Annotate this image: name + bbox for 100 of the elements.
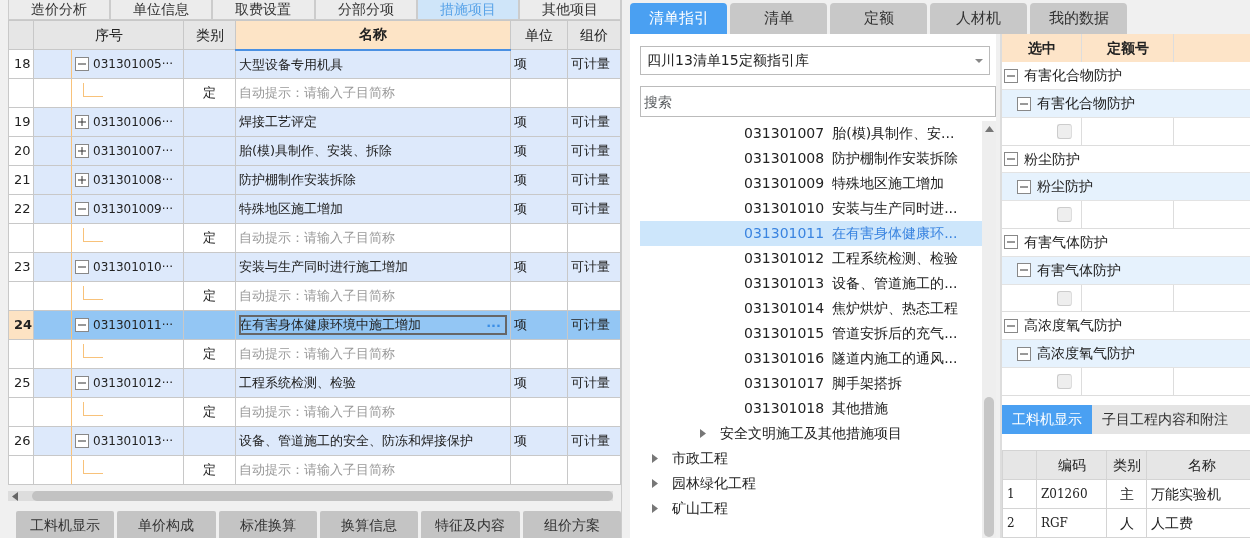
tree-label[interactable]: 矿山工程 bbox=[672, 498, 728, 519]
sheet-tab[interactable]: 取费设置 bbox=[212, 0, 315, 20]
checkbox[interactable] bbox=[1057, 123, 1072, 139]
column-header[interactable]: 编码 bbox=[1036, 450, 1107, 480]
column-header[interactable]: 名称 bbox=[235, 20, 511, 50]
code-text: 031301005··· bbox=[93, 56, 174, 73]
column-header[interactable]: 定额号 bbox=[1082, 34, 1174, 63]
tree-item[interactable]: 031301010 安装与生产同时进... bbox=[640, 196, 982, 221]
minus-box-icon[interactable] bbox=[75, 260, 89, 274]
vertical-scrollbar[interactable] bbox=[982, 121, 996, 538]
tree-label[interactable]: 有害气体防护 bbox=[1024, 231, 1108, 253]
row-number: 19 bbox=[8, 107, 34, 137]
minus-box-icon[interactable] bbox=[1004, 152, 1018, 167]
row-number: 22 bbox=[8, 194, 34, 224]
bottom-tab[interactable]: 换算信息 bbox=[320, 511, 419, 538]
panel-tab[interactable]: 清单 bbox=[730, 3, 827, 34]
scroll-thumb[interactable] bbox=[984, 397, 994, 537]
tree-item[interactable]: 031301015 管道安拆后的充气... bbox=[640, 321, 982, 346]
table-cell: Z01260 bbox=[1036, 479, 1107, 509]
table-row[interactable]: 20 031301007··· 胎(模)具制作、安装、拆除 项 可计量 bbox=[8, 136, 621, 166]
tree-item[interactable]: 031301012 工程系统检测、检验 bbox=[640, 246, 982, 271]
panel-tab[interactable]: 定额 bbox=[830, 3, 927, 34]
tree-label[interactable]: 粉尘防护 bbox=[1037, 176, 1093, 198]
column-header[interactable]: 名称 bbox=[1146, 450, 1250, 480]
table-row[interactable]: 25 031301012··· 工程系统检测、检验 项 可计量 bbox=[8, 368, 621, 398]
table-row[interactable]: 21 031301008··· 防护棚制作安装拆除 项 可计量 bbox=[8, 165, 621, 195]
checkbox[interactable] bbox=[1057, 290, 1072, 306]
table-row[interactable]: 23 031301010··· 安装与生产同时进行施工增加 项 可计量 bbox=[8, 252, 621, 282]
library-dropdown[interactable]: 四川13清单15定额指引库 bbox=[640, 46, 990, 75]
tree-label[interactable]: 粉尘防护 bbox=[1024, 148, 1080, 170]
tree-item[interactable]: 031301017 脚手架搭拆 bbox=[640, 371, 982, 396]
sheet-tab[interactable]: 单位信息 bbox=[110, 0, 213, 20]
minus-box-icon[interactable] bbox=[1004, 318, 1018, 333]
sheet-tab[interactable]: 造价分析 bbox=[8, 0, 111, 20]
row-number: 21 bbox=[8, 165, 34, 195]
table-row[interactable]: 18 031301005··· 大型设备专用机具 项 可计量 bbox=[8, 49, 621, 79]
checkbox[interactable] bbox=[1057, 373, 1072, 389]
minus-box-icon[interactable] bbox=[1017, 179, 1031, 194]
expand-arrow-icon[interactable] bbox=[652, 504, 658, 513]
table-row[interactable]: 22 031301009··· 特殊地区施工增加 项 可计量 bbox=[8, 194, 621, 224]
bottom-tab[interactable]: 特征及内容 bbox=[421, 511, 520, 538]
plus-box-icon[interactable] bbox=[75, 144, 89, 158]
column-header[interactable]: 类别 bbox=[1106, 450, 1147, 480]
tree-item[interactable]: 031301009 特殊地区施工增加 bbox=[640, 171, 982, 196]
expand-arrow-icon[interactable] bbox=[652, 454, 658, 463]
minus-box-icon[interactable] bbox=[1017, 96, 1031, 111]
bottom-tab[interactable]: 标准换算 bbox=[218, 511, 317, 538]
tree-item[interactable]: 031301008 防护棚制作安装拆除 bbox=[640, 146, 982, 171]
tree-item[interactable]: 031301016 隧道内施工的通风... bbox=[640, 346, 982, 371]
tree-connector bbox=[83, 344, 103, 359]
tree-item[interactable]: 031301014 焦炉烘炉、热态工程 bbox=[640, 296, 982, 321]
table-cell: 项 bbox=[510, 368, 568, 398]
tree-item[interactable]: 031301013 设备、管道施工的... bbox=[640, 271, 982, 296]
search-field[interactable]: 搜索 bbox=[640, 86, 996, 117]
tree-label[interactable]: 有害化合物防护 bbox=[1024, 65, 1122, 87]
minus-box-icon[interactable] bbox=[1004, 235, 1018, 250]
minus-box-icon[interactable] bbox=[1017, 263, 1031, 278]
table-cell: 防护棚制作安装拆除 bbox=[235, 165, 511, 195]
table-row[interactable]: 26 031301013··· 设备、管道施工的安全、防冻和焊接保护 项 可计量 bbox=[8, 426, 621, 456]
bottom-tab[interactable]: 单价构成 bbox=[117, 511, 216, 538]
expand-arrow-icon[interactable] bbox=[652, 479, 658, 488]
minus-box-icon[interactable] bbox=[75, 57, 89, 71]
column-header[interactable]: 组价 bbox=[567, 20, 621, 50]
column-header[interactable]: 选中 bbox=[1002, 34, 1082, 63]
table-cell: 主 bbox=[1106, 479, 1147, 509]
scroll-up-icon[interactable] bbox=[984, 126, 994, 132]
scroll-left-icon[interactable] bbox=[12, 491, 18, 501]
minus-box-icon[interactable] bbox=[75, 202, 89, 216]
expand-arrow-icon[interactable] bbox=[700, 429, 706, 438]
minus-box-icon[interactable] bbox=[1004, 68, 1018, 83]
column-header[interactable]: 序号 bbox=[33, 20, 184, 50]
plus-box-icon[interactable] bbox=[75, 173, 89, 187]
minus-box-icon[interactable] bbox=[75, 376, 89, 390]
tree-item[interactable]: 031301007 胎(模)具制作、安... bbox=[640, 121, 982, 146]
panel-tab[interactable]: 人材机 bbox=[930, 3, 1027, 34]
column-header[interactable]: 类别 bbox=[183, 20, 236, 50]
bottom-tab[interactable]: 工料机显示 bbox=[16, 511, 115, 538]
tree-label[interactable]: 高浓度氧气防护 bbox=[1024, 315, 1122, 337]
panel-tab[interactable]: 我的数据 bbox=[1030, 3, 1127, 34]
minus-box-icon[interactable] bbox=[75, 318, 89, 332]
tree-connector bbox=[83, 286, 103, 301]
minus-box-icon[interactable] bbox=[1017, 346, 1031, 361]
plus-box-icon[interactable] bbox=[75, 115, 89, 129]
column-header[interactable]: 单位 bbox=[510, 20, 568, 50]
tree-label[interactable]: 安全文明施工及其他措施项目 bbox=[720, 423, 902, 444]
sheet-tab[interactable]: 其他项目 bbox=[518, 0, 622, 20]
tree-label[interactable]: 园林绿化工程 bbox=[672, 473, 756, 494]
minus-box-icon[interactable] bbox=[75, 434, 89, 448]
checkbox[interactable] bbox=[1057, 207, 1072, 223]
tree-item[interactable]: 031301018 其他措施 bbox=[640, 396, 982, 421]
sheet-tab[interactable]: 分部分项 bbox=[314, 0, 417, 20]
bottom-tab[interactable]: 组价方案 bbox=[522, 511, 621, 538]
table-cell: 焊接工艺评定 bbox=[235, 107, 511, 137]
table-cell: 项 bbox=[510, 310, 568, 340]
table-cell: 1 bbox=[1002, 479, 1037, 509]
code-text: 031301007 bbox=[744, 124, 825, 143]
table-row[interactable]: 19 031301006··· 焊接工艺评定 项 可计量 bbox=[8, 107, 621, 137]
code-text: 031301017 bbox=[744, 374, 825, 393]
tree-label[interactable]: 市政工程 bbox=[672, 448, 728, 469]
placeholder-text: 自动提示：请输入子目简称 bbox=[235, 455, 511, 485]
